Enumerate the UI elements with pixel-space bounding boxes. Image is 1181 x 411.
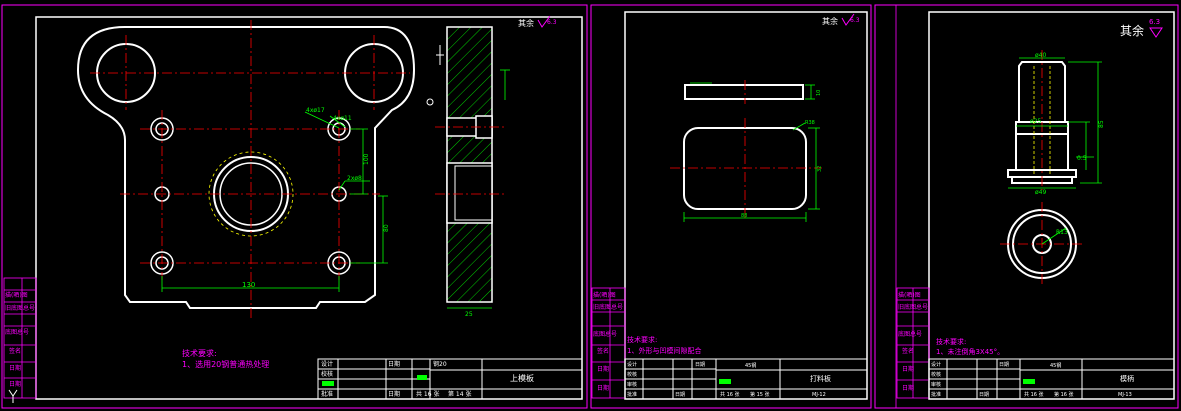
- sheet-3-dim-d3: ø49: [1035, 189, 1046, 196]
- sheet-1-notes-line1: 1、选用20钢普通热处理: [182, 359, 269, 369]
- tb1-label-design: 设计: [321, 360, 333, 368]
- sheet-2-side-label-3: 底图总号: [593, 330, 617, 338]
- sheet-2-side-label-4: 签名: [597, 347, 609, 355]
- tb2-label-review: 审核: [627, 381, 637, 388]
- tb1-label-check: 校核: [321, 370, 333, 378]
- upper-plate-outline: [76, 26, 416, 309]
- tb1-sheet-total: 共 16 张: [416, 390, 439, 398]
- tb1-sheet-no: 第 14 张: [448, 390, 471, 398]
- sheet-2-dim-t: 10: [816, 90, 822, 96]
- sheet-3-roughness-label: 其余: [1120, 23, 1144, 38]
- tb3-part-name: 模柄: [1120, 374, 1134, 383]
- knock-plate-side-view: [684, 84, 804, 100]
- sheet-2-side-label-5: 日期: [597, 365, 609, 373]
- sheet-3-notes-title: 技术要求:: [936, 337, 966, 346]
- sheet-3: 描(晒)图 旧底图总号 底图总号 签名 日期 日期 其余 6.3 ø40 ø25…: [874, 4, 1179, 409]
- tb1-label-date: 日期: [388, 360, 400, 368]
- dim-thickness: 25: [465, 311, 473, 318]
- sheet-1: 描(晒)图 旧底图总号 底图总号 签名 日期 日期 其余 6.3 130 100…: [1, 4, 588, 409]
- dim-130: 130: [242, 281, 255, 289]
- ucs-axis-icon: [8, 389, 18, 403]
- sheet-2-notes-title: 技术要求:: [627, 335, 657, 344]
- tb3-label-design: 设计: [931, 361, 941, 368]
- sheet-2: 描(晒)图 旧底图总号 底图总号 签名 日期 日期 其余 6.3 10 88 3…: [590, 4, 872, 409]
- sheet-3-outer-border: [874, 4, 1179, 409]
- sheet-3-dim-c: 0.5: [1077, 155, 1087, 162]
- sheet-3-side-label-2: 旧底图总号: [898, 303, 928, 311]
- dim-4xd17: 4xø17: [306, 107, 325, 114]
- sheet-3-side-label-5: 日期: [902, 365, 914, 373]
- sheet-1-dimensions: [161, 111, 388, 292]
- sheet-3-side-label-1: 描(晒)图: [898, 291, 921, 299]
- sheet-1-side-label-1: 描(晒)图: [5, 291, 28, 299]
- tb3-sheet-total: 共 16 张: [1024, 391, 1044, 398]
- sheet-3-notes-line1: 1、未注倒角3X45°。: [936, 347, 1004, 356]
- sheet-1-side-label-2: 旧底图总号: [5, 304, 35, 312]
- tb3-material: 45钢: [1050, 362, 1061, 369]
- sheet-2-side-label-6: 日期: [597, 384, 609, 392]
- sheet-1-side-label-5: 日期: [9, 364, 21, 372]
- cad-drawing-canvas: 描(晒)图 旧底图总号 底图总号 签名 日期 日期 其余 6.3 130 100…: [1, 4, 1179, 409]
- counterbore-holes: [150, 117, 351, 275]
- sheet-1-centerlines: [90, 20, 410, 318]
- sheet-3-side-label-3: 底图总号: [898, 330, 922, 338]
- dim-100: 100: [363, 153, 370, 165]
- tb2-marker: [719, 379, 731, 384]
- sheet-2-dim-w: 88: [741, 213, 747, 219]
- tb1-marker-2: [322, 381, 334, 386]
- tb2-label-date: 日期: [695, 362, 705, 368]
- tb3-label-date: 日期: [999, 362, 1009, 368]
- dim-4xd11: 4xø11: [333, 115, 352, 122]
- sheet-1-outer-border: [1, 4, 588, 409]
- tb3-sheet-no: 第 16 张: [1054, 391, 1074, 398]
- tb2-sheet-no: 第 15 张: [750, 391, 770, 398]
- tb1-label-date2: 日期: [388, 390, 400, 398]
- sheet-1-side-label-4: 签名: [9, 347, 21, 355]
- tb1-label-approve: 批准: [321, 390, 333, 398]
- tb3-label-approve: 批准: [931, 391, 941, 398]
- sheet-1-side-label-6: 日期: [9, 380, 21, 388]
- sheet-3-dim-d1: ø40: [1035, 52, 1046, 59]
- sheet-2-inner-frame: [624, 11, 868, 400]
- tb1-part-name: 上模板: [510, 373, 534, 383]
- tb2-label-approve: 批准: [627, 391, 637, 398]
- tb3-drawing-no: MJ-13: [1118, 392, 1132, 398]
- sheet-3-dim-r: R13: [1056, 229, 1068, 236]
- tb2-drawing-no: MJ-12: [812, 392, 826, 398]
- sheet-3-dim-d2: ø25: [1030, 118, 1041, 125]
- tb2-label-design: 设计: [627, 361, 637, 368]
- sheet-3-roughness-value: 6.3: [1149, 18, 1160, 26]
- sheet-2-side-label-2: 旧底图总号: [593, 303, 623, 311]
- sheet-1-side-label-3: 底图总号: [5, 328, 29, 336]
- sheet-2-centerlines: [670, 80, 822, 220]
- tb2-label-date2: 日期: [675, 392, 685, 398]
- sheet-3-side-label-4: 签名: [902, 347, 914, 355]
- tb2-material: 45钢: [745, 362, 756, 369]
- sheet-2-roughness-label: 其余: [822, 16, 838, 26]
- sheet-2-side-label-1: 描(晒)图: [593, 291, 616, 299]
- sheet-2-notes-line1: 1、外形与凹模间隙配合: [627, 346, 701, 355]
- sheet-1-roughness-value: 6.3: [547, 19, 557, 26]
- tb1-material: 钢20: [433, 360, 447, 368]
- tb2-sheet-total: 共 16 张: [720, 391, 740, 398]
- tb1-marker: [417, 375, 427, 380]
- sheet-2-dim-h: 32: [817, 166, 823, 172]
- sheet-1-inner-frame: [35, 16, 583, 400]
- tb3-label-date2: 日期: [979, 392, 989, 398]
- sheet-3-dim-h: 85: [1098, 120, 1105, 128]
- tb2-label-check: 校核: [627, 371, 637, 378]
- dim-80: 80: [383, 224, 390, 232]
- sheet-3-side-label-6: 日期: [902, 384, 914, 392]
- dim-2xd8: 2xø8: [347, 175, 362, 182]
- roughness-symbol-icon: [1149, 27, 1163, 38]
- sheet-1-roughness-label: 其余: [518, 18, 534, 28]
- tb3-marker: [1023, 379, 1035, 384]
- side-section-view: [426, 26, 510, 309]
- tb3-label-check: 校核: [931, 371, 941, 378]
- tb2-part-name: 打料板: [810, 374, 831, 383]
- sheet-2-dim-r: R38: [805, 120, 815, 126]
- sheet-1-notes-title: 技术要求:: [182, 348, 217, 358]
- tb3-label-review: 审核: [931, 381, 941, 388]
